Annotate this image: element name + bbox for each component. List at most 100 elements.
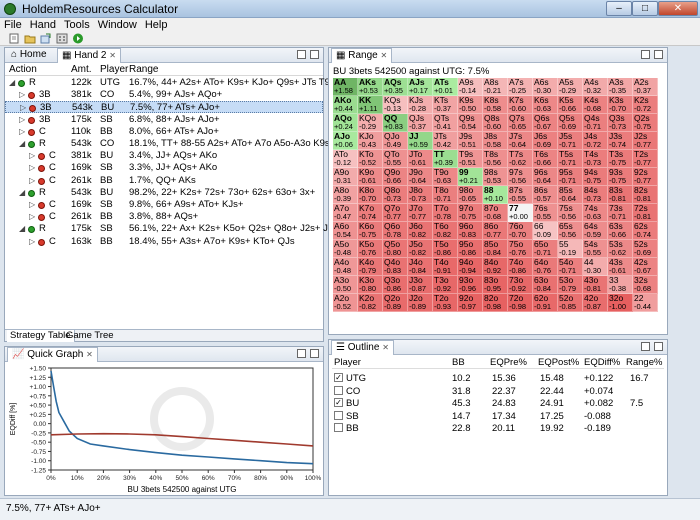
- range-cell[interactable]: 55 -0.19: [558, 240, 583, 258]
- range-cell[interactable]: J8o -0.73: [408, 186, 433, 204]
- maximize-button[interactable]: □: [632, 1, 658, 16]
- menu-window[interactable]: Window: [94, 18, 141, 32]
- tree-row[interactable]: ▷ C 381k BU 3.4%, JJ+ AQs+ AKo: [5, 150, 323, 162]
- minimize-button[interactable]: –: [606, 1, 632, 16]
- range-cell[interactable]: K5s -0.66: [558, 96, 583, 114]
- range-cell[interactable]: T6o -0.82: [433, 222, 458, 240]
- range-cell[interactable]: T3o -0.92: [433, 276, 458, 294]
- tree-row[interactable]: ◢ R 175k SB 56.1%, 22+ Ax+ K2s+ K5o+ Q2s+ Q8…: [5, 223, 400, 235]
- col-player[interactable]: Player: [100, 64, 128, 75]
- close-tab-icon[interactable]: ✕: [109, 51, 116, 60]
- maximize-panel-icon[interactable]: [310, 50, 319, 59]
- range-cell[interactable]: A5s -0.29: [558, 78, 583, 96]
- range-cell[interactable]: Q7s -0.65: [508, 114, 533, 132]
- menu-help[interactable]: Help: [141, 18, 172, 32]
- range-cell[interactable]: 76o -0.70: [508, 222, 533, 240]
- run-icon[interactable]: [72, 33, 84, 44]
- tree-row[interactable]: ▷ 3B 175k SB 6.8%, 88+ AJs+ AJo+: [5, 114, 323, 126]
- maximize-panel-icon[interactable]: [310, 349, 319, 358]
- range-cell[interactable]: Q7o -0.77: [383, 204, 408, 222]
- range-cell[interactable]: A4o -0.48: [333, 258, 358, 276]
- range-cell[interactable]: 52s -0.69: [633, 240, 658, 258]
- range-cell[interactable]: Q8o -0.73: [383, 186, 408, 204]
- range-cell[interactable]: 53s -0.62: [608, 240, 633, 258]
- tab-game-tree[interactable]: Game Tree: [63, 330, 117, 342]
- range-cell[interactable]: 64o -0.76: [533, 258, 558, 276]
- col-eqpre[interactable]: EQPre%: [490, 357, 527, 368]
- range-cell[interactable]: A7o -0.47: [333, 204, 358, 222]
- range-cell[interactable]: A3o -0.50: [333, 276, 358, 294]
- range-cell[interactable]: A2o -0.52: [333, 294, 358, 312]
- range-cell[interactable]: 73s -0.71: [608, 204, 633, 222]
- range-cell[interactable]: 83o -0.95: [483, 276, 508, 294]
- range-cell[interactable]: 92s -0.77: [633, 168, 658, 186]
- player-checkbox[interactable]: ✓: [334, 398, 343, 407]
- range-cell[interactable]: 96o -0.83: [458, 222, 483, 240]
- range-cell[interactable]: J7s -0.64: [508, 132, 533, 150]
- range-cell[interactable]: J5s -0.71: [558, 132, 583, 150]
- expand-icon[interactable]: ▷: [29, 199, 35, 211]
- range-cell[interactable]: 75o -0.76: [508, 240, 533, 258]
- range-cell[interactable]: A6o -0.54: [333, 222, 358, 240]
- range-cell[interactable]: T9s -0.51: [458, 150, 483, 168]
- range-cell[interactable]: 32o -1.00: [608, 294, 633, 312]
- range-cell[interactable]: AJs +0.17: [408, 78, 433, 96]
- range-cell[interactable]: TT +0.39: [433, 150, 458, 168]
- range-cell[interactable]: KJs -0.28: [408, 96, 433, 114]
- range-cell[interactable]: J3o -0.87: [408, 276, 433, 294]
- close-tab-icon[interactable]: ✕: [86, 350, 93, 359]
- expand-icon[interactable]: ▷: [29, 211, 35, 223]
- expand-icon[interactable]: ▷: [29, 162, 35, 174]
- col-range[interactable]: Range: [129, 64, 158, 75]
- expand-icon[interactable]: ▷: [29, 150, 35, 162]
- col-range-pct[interactable]: Range%: [626, 357, 662, 368]
- range-cell[interactable]: 74s -0.63: [583, 204, 608, 222]
- range-cell[interactable]: AKo +0.44: [333, 96, 358, 114]
- range-cell[interactable]: 86s -0.57: [533, 186, 558, 204]
- range-cell[interactable]: Q9o -0.66: [383, 168, 408, 186]
- range-cell[interactable]: J6o -0.82: [408, 222, 433, 240]
- range-cell[interactable]: K6o -0.75: [358, 222, 383, 240]
- range-cell[interactable]: 54s -0.55: [583, 240, 608, 258]
- range-cell[interactable]: 62s -0.74: [633, 222, 658, 240]
- collapse-icon[interactable]: ◢: [19, 187, 25, 199]
- range-cell[interactable]: JTs -0.42: [433, 132, 458, 150]
- range-cell[interactable]: 22 -0.44: [633, 294, 658, 312]
- tab-hand-2[interactable]: ▦ Hand 2 ✕: [57, 48, 121, 63]
- range-cell[interactable]: K2o -0.82: [358, 294, 383, 312]
- range-cell[interactable]: T8o -0.71: [433, 186, 458, 204]
- range-cell[interactable]: 87o -0.68: [483, 204, 508, 222]
- tab-home[interactable]: ⌂ Home: [7, 48, 51, 63]
- range-cell[interactable]: A8s -0.21: [483, 78, 508, 96]
- maximize-panel-icon[interactable]: [654, 50, 663, 59]
- range-cell[interactable]: J2s -0.77: [633, 132, 658, 150]
- range-cell[interactable]: 98s -0.53: [483, 168, 508, 186]
- range-cell[interactable]: J5o -0.82: [408, 240, 433, 258]
- range-cell[interactable]: KTs -0.37: [433, 96, 458, 114]
- range-cell[interactable]: Q9s -0.54: [458, 114, 483, 132]
- expand-icon[interactable]: ▷: [19, 89, 25, 101]
- range-cell[interactable]: QJo -0.49: [383, 132, 408, 150]
- range-cell[interactable]: 63o -0.84: [533, 276, 558, 294]
- range-cell[interactable]: 64s -0.59: [583, 222, 608, 240]
- range-cell[interactable]: J8s -0.58: [483, 132, 508, 150]
- maximize-panel-icon[interactable]: [654, 342, 663, 351]
- range-cell[interactable]: KQo -0.29: [358, 114, 383, 132]
- range-cell[interactable]: J6s -0.69: [533, 132, 558, 150]
- range-cell[interactable]: JJ +0.59: [408, 132, 433, 150]
- expand-icon[interactable]: ▷: [29, 175, 35, 187]
- range-cell[interactable]: QTs -0.41: [433, 114, 458, 132]
- minimize-panel-icon[interactable]: [641, 342, 650, 351]
- range-cell[interactable]: KJo -0.43: [358, 132, 383, 150]
- range-cell[interactable]: QTo -0.55: [383, 150, 408, 168]
- range-cell[interactable]: 32s -0.68: [633, 276, 658, 294]
- range-cell[interactable]: AQs +0.35: [383, 78, 408, 96]
- range-cell[interactable]: K8s -0.58: [483, 96, 508, 114]
- range-cell[interactable]: J3s -0.74: [608, 132, 633, 150]
- expand-icon[interactable]: ▷: [20, 102, 26, 114]
- range-cell[interactable]: T9o -0.63: [433, 168, 458, 186]
- range-cell[interactable]: 65o -0.71: [533, 240, 558, 258]
- range-cell[interactable]: 84o -0.92: [483, 258, 508, 276]
- range-cell[interactable]: Q2s -0.75: [633, 114, 658, 132]
- tree-row[interactable]: ▷ 3B 543k BU 7.5%, 77+ ATs+ AJo+: [5, 101, 323, 114]
